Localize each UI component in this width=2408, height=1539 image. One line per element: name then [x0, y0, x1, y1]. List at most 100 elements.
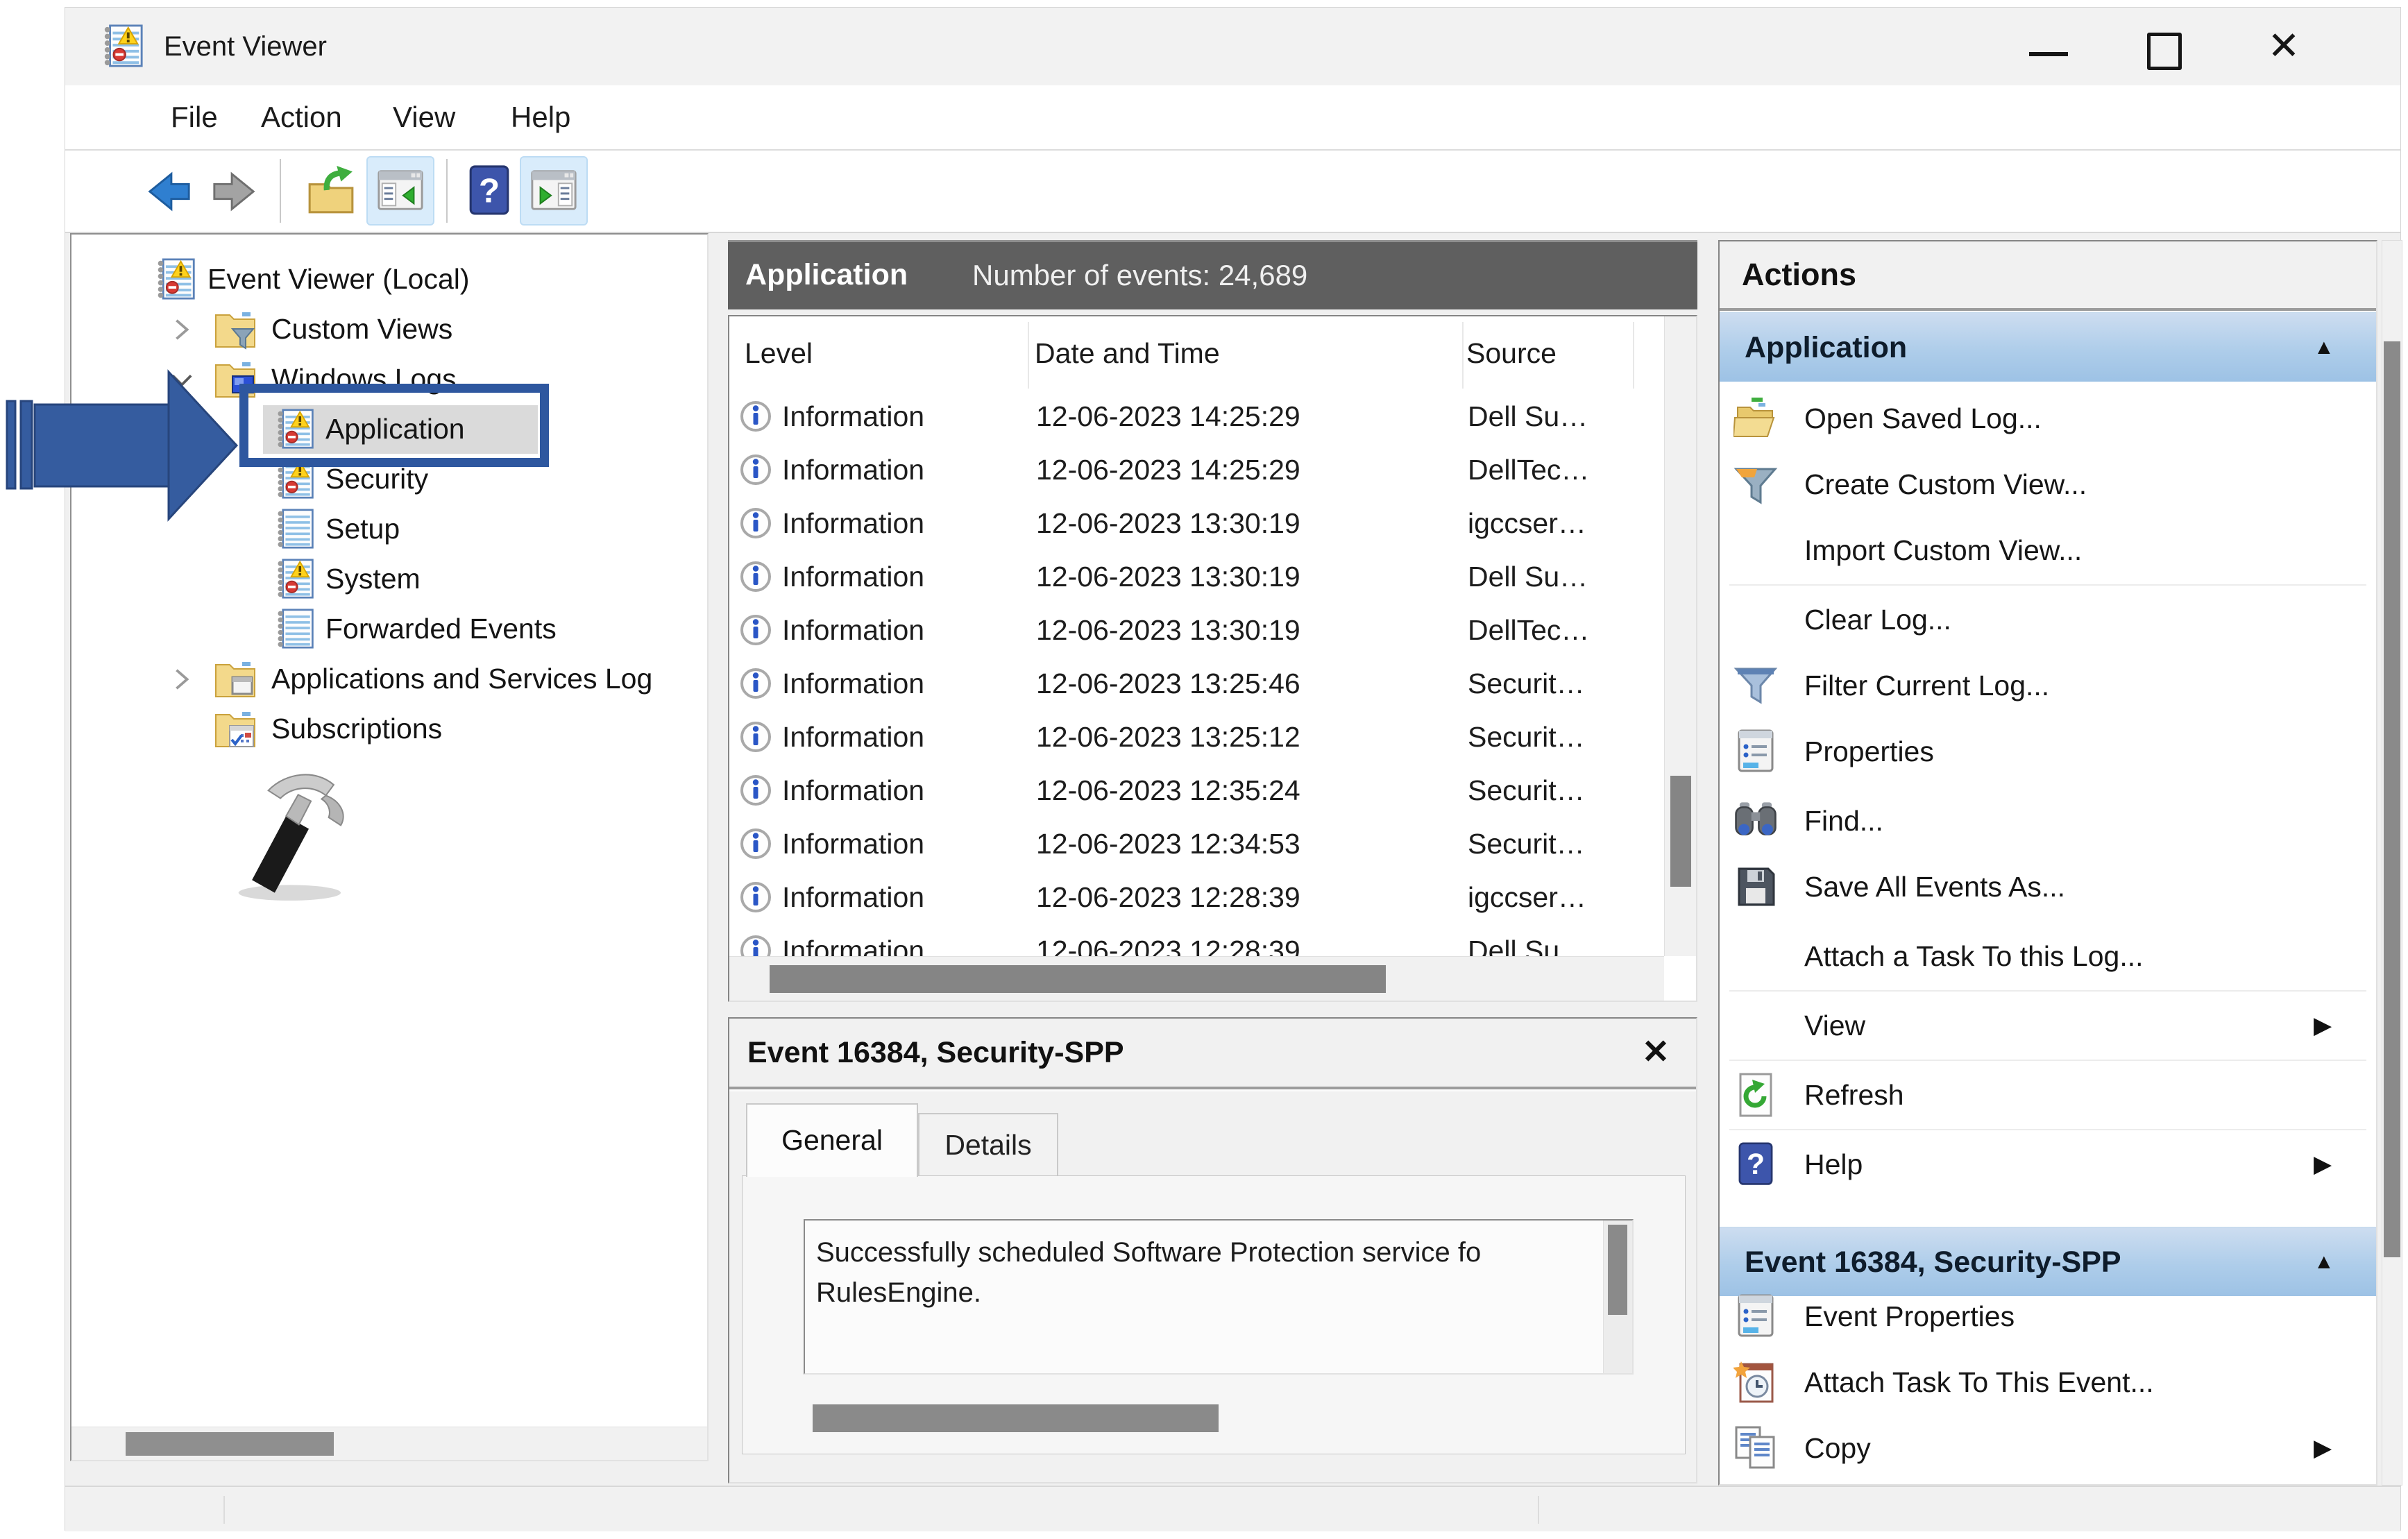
- cell-datetime: 12-06-2023 13:30:19: [1036, 550, 1300, 604]
- table-row[interactable]: Information 12-06-2023 14:25:29 Dell Su…: [729, 390, 1663, 443]
- cell-datetime: 12-06-2023 12:28:39: [1036, 924, 1300, 956]
- action-item-find[interactable]: Find...: [1720, 788, 2376, 854]
- cell-level: Information: [782, 657, 924, 711]
- cell-source: Securit…: [1468, 711, 1585, 764]
- cell-source: Securit…: [1468, 764, 1585, 817]
- action-item-properties[interactable]: Properties: [1720, 719, 2376, 785]
- close-icon[interactable]: ✕: [2253, 8, 2315, 84]
- binoculars-icon: [1733, 799, 1778, 843]
- information-icon: [739, 453, 772, 486]
- actions-section-application[interactable]: Application ▲: [1720, 312, 2376, 382]
- menu-help[interactable]: Help: [511, 85, 570, 149]
- sidebar-item-subscriptions[interactable]: Subscriptions: [71, 704, 707, 754]
- menu-view[interactable]: View: [393, 85, 455, 149]
- scrollbar-thumb[interactable]: [770, 965, 1386, 993]
- tree-horizontal-scrollbar[interactable]: [71, 1427, 707, 1460]
- action-item-event-properties[interactable]: Event Properties: [1720, 1284, 2376, 1350]
- table-row[interactable]: Information 12-06-2023 13:30:19 DellTec…: [729, 604, 1663, 657]
- scrollbar-thumb[interactable]: [1608, 1225, 1627, 1315]
- sidebar-item-forwarded-events[interactable]: Forwarded Events: [71, 604, 707, 654]
- chevron-right-icon[interactable]: [170, 668, 194, 691]
- actions-vertical-scrollbar[interactable]: [2382, 240, 2402, 1486]
- column-header-level[interactable]: Level: [745, 316, 813, 390]
- scrollbar-thumb[interactable]: [126, 1432, 334, 1456]
- action-item-refresh[interactable]: Refresh: [1720, 1062, 2376, 1128]
- tab-details[interactable]: Details: [918, 1113, 1058, 1177]
- action-item-copy[interactable]: Copy ▶: [1720, 1415, 2376, 1481]
- window-title: Event Viewer: [164, 8, 327, 85]
- column-header-date[interactable]: Date and Time: [1035, 316, 1220, 390]
- table-row[interactable]: Information 12-06-2023 12:35:24 Securit…: [729, 764, 1663, 817]
- scrollbar-thumb[interactable]: [1670, 776, 1691, 887]
- preview-title: Event 16384, Security-SPP: [747, 1019, 1124, 1087]
- table-row[interactable]: Information 12-06-2023 12:28:39 Dell Su…: [729, 924, 1663, 956]
- table-row[interactable]: Information 12-06-2023 12:28:39 igccser…: [729, 871, 1663, 924]
- action-item-help[interactable]: Help ▶: [1720, 1132, 2376, 1198]
- menu-action[interactable]: Action: [261, 85, 342, 149]
- divider: [1729, 990, 2366, 992]
- event-message-box[interactable]: Successfully scheduled Software Protecti…: [804, 1219, 1634, 1375]
- event-preview-panel: Event 16384, Security-SPP ✕ General Deta…: [728, 1017, 1697, 1483]
- sidebar-item-system[interactable]: System: [71, 554, 707, 604]
- table-row[interactable]: Information 12-06-2023 14:25:29 DellTec…: [729, 443, 1663, 497]
- column-divider[interactable]: [1028, 322, 1029, 389]
- event-message-line: Successfully scheduled Software Protecti…: [816, 1237, 1481, 1268]
- copy-icon: [1733, 1426, 1778, 1470]
- preview-horizontal-scrollbar-thumb[interactable]: [813, 1404, 1219, 1432]
- sidebar-item-event-viewer-local[interactable]: Event Viewer (Local): [71, 254, 707, 304]
- annotation-highlight-box: [239, 384, 549, 467]
- status-bar: [65, 1486, 2400, 1531]
- task-clock-icon: [1733, 1360, 1778, 1404]
- event-viewer-window: Event Viewer ✕ File Action View Help Eve…: [65, 7, 2401, 1531]
- tab-general[interactable]: General: [746, 1103, 918, 1177]
- action-item-create-custom-view[interactable]: Create Custom View...: [1720, 452, 2376, 518]
- toolbar-divider: [446, 159, 448, 223]
- cell-datetime: 12-06-2023 12:28:39: [1036, 871, 1300, 924]
- cell-datetime: 12-06-2023 12:35:24: [1036, 764, 1300, 817]
- column-divider[interactable]: [1633, 322, 1634, 389]
- minimize-icon[interactable]: [2029, 52, 2068, 56]
- show-console-tree-button[interactable]: [366, 156, 434, 226]
- cell-level: Information: [782, 764, 924, 817]
- back-icon[interactable]: [143, 167, 194, 216]
- table-row[interactable]: Information 12-06-2023 13:30:19 igccser…: [729, 497, 1663, 550]
- information-icon: [739, 934, 772, 956]
- cell-datetime: 12-06-2023 14:25:29: [1036, 390, 1300, 443]
- table-horizontal-scrollbar[interactable]: [729, 956, 1664, 1001]
- sidebar-item-custom-views[interactable]: Custom Views: [71, 304, 707, 354]
- close-preview-icon[interactable]: ✕: [1631, 1019, 1680, 1087]
- column-divider[interactable]: [1462, 322, 1464, 389]
- table-row[interactable]: Information 12-06-2023 13:25:12 Securit…: [729, 711, 1663, 764]
- information-icon: [739, 613, 772, 647]
- export-log-icon[interactable]: [305, 166, 357, 217]
- column-header-source[interactable]: Source: [1466, 316, 1557, 390]
- action-item-save-all-events-as[interactable]: Save All Events As...: [1720, 854, 2376, 920]
- table-row[interactable]: Information 12-06-2023 13:25:46 Securit…: [729, 657, 1663, 711]
- action-item-filter-current-log[interactable]: Filter Current Log...: [1720, 653, 2376, 719]
- information-icon: [739, 560, 772, 593]
- action-item-import-custom-view[interactable]: Import Custom View...: [1720, 518, 2376, 584]
- action-item-open-saved-log[interactable]: Open Saved Log...: [1720, 386, 2376, 452]
- message-vertical-scrollbar[interactable]: [1603, 1221, 1632, 1373]
- table-row[interactable]: Information 12-06-2023 12:34:53 Securit…: [729, 817, 1663, 871]
- menu-file[interactable]: File: [171, 85, 218, 149]
- action-item-view[interactable]: View ▶: [1720, 993, 2376, 1059]
- properties-icon: [1733, 1294, 1778, 1338]
- action-item-attach-task-to-event[interactable]: Attach Task To This Event...: [1720, 1350, 2376, 1415]
- tree-label: Setup: [325, 504, 400, 554]
- table-row[interactable]: Information 12-06-2023 13:30:19 Dell Su…: [729, 550, 1663, 604]
- chevron-right-icon[interactable]: [170, 318, 194, 341]
- cell-level: Information: [782, 390, 924, 443]
- forward-icon[interactable]: [209, 167, 260, 216]
- scrollbar-thumb[interactable]: [2384, 341, 2400, 1257]
- maximize-icon[interactable]: [2147, 33, 2182, 70]
- help-icon[interactable]: [466, 164, 512, 217]
- action-item-clear-log[interactable]: Clear Log...: [1720, 587, 2376, 653]
- show-action-pane-button[interactable]: [520, 156, 588, 226]
- action-item-attach-task-to-log[interactable]: Attach a Task To this Log...: [1720, 924, 2376, 989]
- filter-create-icon: [1733, 462, 1778, 507]
- sidebar-item-applications-and-services[interactable]: Applications and Services Log: [71, 654, 707, 704]
- table-vertical-scrollbar[interactable]: [1664, 316, 1696, 956]
- collapse-icon[interactable]: ▲: [2314, 313, 2334, 382]
- cell-source: Dell Su…: [1468, 390, 1588, 443]
